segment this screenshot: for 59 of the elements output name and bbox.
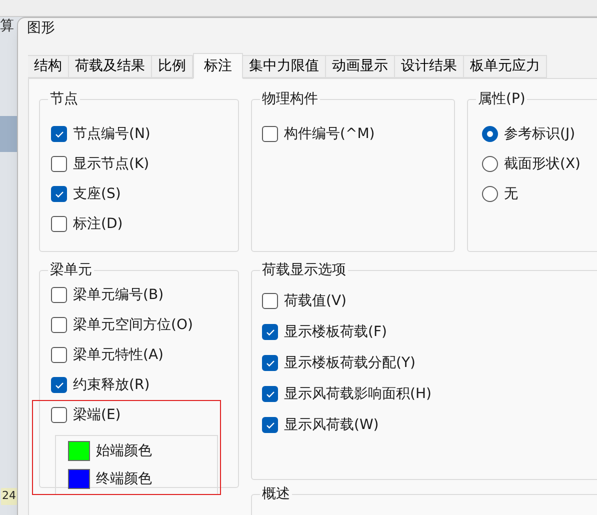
checkbox-label: 荷载值(V): [284, 292, 347, 310]
check-icon: [54, 190, 64, 198]
checkbox-label: 标注(D): [73, 214, 123, 234]
color-swatch[interactable]: [68, 441, 90, 461]
checkbox-label: 约束释放(R): [73, 376, 150, 394]
checkbox[interactable]: [51, 216, 67, 232]
checkbox-label: 显示楼板荷载分配(Y): [284, 354, 416, 372]
checkbox[interactable]: [51, 287, 67, 303]
tab[interactable]: 荷载及结果: [69, 55, 152, 78]
checkbox-label: 梁单元空间方位(O): [73, 316, 193, 334]
tab[interactable]: 板单元应力: [464, 55, 547, 78]
check-icon: [266, 422, 274, 428]
check-icon: [266, 360, 274, 366]
radio-button[interactable]: [482, 156, 498, 172]
tab[interactable]: 动画显示: [326, 55, 395, 78]
checkbox[interactable]: [51, 317, 67, 333]
checkbox-label: 支座(S): [73, 184, 121, 204]
checkbox-label: 梁单元编号(B): [73, 286, 164, 304]
color-label: 始端颜色: [96, 442, 152, 460]
tab[interactable]: 结构: [28, 55, 69, 78]
checkbox[interactable]: [262, 417, 278, 433]
checkbox[interactable]: [51, 347, 67, 363]
background-panel: [0, 116, 17, 152]
checkbox[interactable]: [51, 407, 67, 423]
checkbox-label: 显示风荷载影响面积(H): [284, 384, 432, 404]
tab[interactable]: 集中力限值: [243, 55, 326, 78]
window-title: 图形: [27, 19, 55, 38]
check-icon: [266, 390, 274, 398]
checkbox[interactable]: [262, 324, 278, 340]
checkbox-label: 显示楼板荷载(F): [284, 322, 387, 342]
checkbox[interactable]: [51, 126, 67, 142]
check-icon: [266, 328, 274, 336]
checkbox-label: 构件编号(^M): [284, 124, 375, 144]
checkbox-label: 梁端(E): [73, 406, 121, 424]
checkbox-label: 节点编号(N): [73, 124, 150, 144]
checkbox[interactable]: [51, 186, 67, 202]
radio-label: 无: [504, 184, 518, 204]
checkbox-label: 显示风荷载(W): [284, 416, 379, 434]
check-icon: [54, 382, 64, 388]
checkbox[interactable]: [51, 156, 67, 172]
tab[interactable]: 比例: [152, 55, 193, 78]
background-badge: 24: [1, 488, 17, 504]
checkbox-label: 显示节点(K): [73, 154, 150, 174]
radio-button[interactable]: [482, 186, 498, 202]
radio-button[interactable]: [482, 126, 498, 142]
checkbox-label: 梁单元特性(A): [73, 346, 164, 364]
checkbox[interactable]: [262, 386, 278, 402]
checkbox[interactable]: [262, 355, 278, 371]
radio-label: 参考标识(J): [504, 124, 576, 144]
color-label: 终端颜色: [96, 470, 152, 488]
color-swatch[interactable]: [68, 469, 90, 489]
tab[interactable]: 标注: [193, 53, 243, 79]
radio-label: 截面形状(X): [504, 154, 581, 174]
checkbox[interactable]: [262, 293, 278, 309]
tab[interactable]: 设计结果: [395, 55, 464, 78]
checkbox[interactable]: [51, 377, 67, 393]
checkbox[interactable]: [262, 126, 278, 142]
check-icon: [54, 130, 64, 138]
toolbar-label: 算: [0, 17, 14, 36]
